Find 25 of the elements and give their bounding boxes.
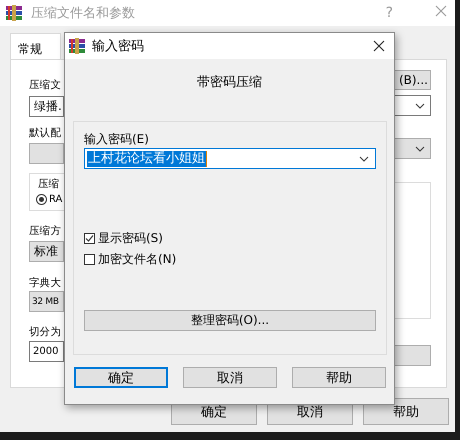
dropdown[interactable]: 标准: [29, 241, 64, 262]
field-label: 字典大: [29, 276, 62, 291]
tab[interactable]: 常规: [10, 33, 61, 59]
field-label: 切分为: [29, 325, 62, 340]
field-label: 压缩方: [29, 224, 62, 239]
window-title: 压缩文件名和参数: [31, 5, 136, 22]
dialog-title: 输入密码: [92, 38, 145, 55]
checkbox-label: 显示密码(S): [98, 231, 163, 245]
input-field[interactable]: 绿播.: [29, 96, 64, 117]
dropdown[interactable]: 32 MB: [29, 291, 64, 312]
field-label: 默认配: [29, 126, 62, 141]
input-field[interactable]: 2000: [29, 341, 64, 362]
dialog-button[interactable]: 帮助: [363, 398, 449, 425]
field-label: 压缩文: [29, 78, 62, 93]
dialog-heading: 带密码压缩: [196, 75, 263, 90]
password-text: 上村花论坛看小姐姐: [87, 150, 207, 166]
password-field[interactable]: 上村花论坛看小姐姐: [84, 148, 376, 169]
radio-label: RA: [49, 194, 62, 205]
organize-button[interactable]: 整理密码(O)...: [84, 310, 376, 331]
dialog-button[interactable]: 取消: [183, 367, 277, 388]
checkbox-label: 加密文件名(N): [98, 252, 176, 266]
browse-button[interactable]: (B)...: [394, 70, 431, 90]
password-label: 输入密码(E): [84, 132, 150, 146]
dialog-button[interactable]: 确定: [74, 367, 168, 388]
dialog-button[interactable]: 帮助: [292, 367, 386, 388]
